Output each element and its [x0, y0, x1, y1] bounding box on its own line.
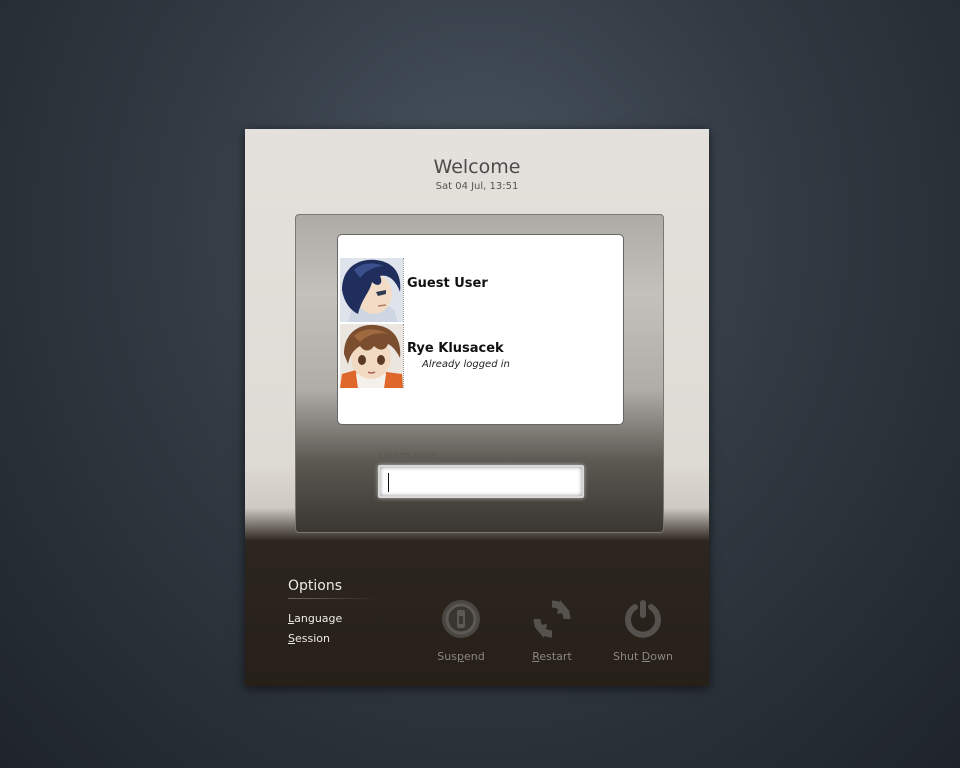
shutdown-button[interactable]: Shut Down [605, 598, 681, 666]
user-list: Guest User Rye Klusacek Already logged i… [337, 234, 624, 425]
user-status: Already logged in [422, 359, 510, 370]
login-panel: Guest User Rye Klusacek Already logged i… [295, 214, 664, 533]
brown-haired-boy-avatar [340, 324, 403, 388]
user-name: Rye Klusacek [407, 341, 504, 356]
restart-button[interactable]: Restart [514, 598, 590, 666]
user-item-guest[interactable]: Guest User [340, 258, 620, 322]
date-time: Sat 04 Jul, 13:51 [435, 181, 519, 192]
welcome-title: Welcome [433, 156, 521, 178]
session-link[interactable]: Session [288, 632, 330, 645]
shutdown-label: Shut Down [613, 650, 673, 663]
suspend-label: Suspend [437, 650, 485, 663]
suspend-button[interactable]: Suspend [423, 598, 499, 666]
options-divider [288, 598, 380, 599]
avatar [340, 324, 404, 388]
blue-haired-boy-avatar [340, 258, 403, 322]
options-heading: Options [288, 578, 343, 594]
username-input[interactable] [378, 465, 584, 498]
power-icon [625, 600, 661, 638]
username-label: Username: [379, 449, 439, 462]
text-cursor [388, 473, 389, 492]
restart-icon [533, 600, 571, 638]
user-item-rye[interactable]: Rye Klusacek Already logged in [340, 324, 620, 388]
suspend-icon [442, 600, 480, 638]
restart-label: Restart [532, 650, 572, 663]
login-window: Welcome Sat 04 Jul, 13:51 Guest User Rye… [245, 129, 709, 686]
avatar [340, 258, 404, 322]
language-link[interactable]: Language [288, 612, 342, 625]
user-name: Guest User [407, 276, 488, 291]
